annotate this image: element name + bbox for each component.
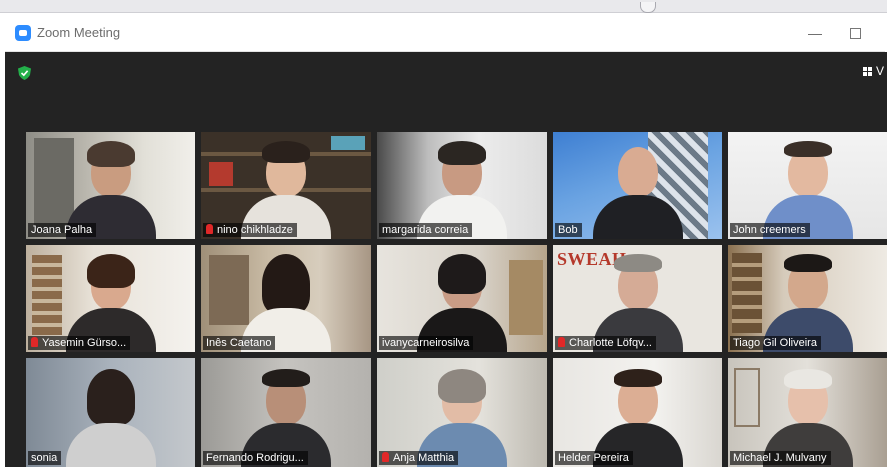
muted-mic-icon: [382, 452, 389, 462]
participant-name: Michael J. Mulvany: [730, 451, 831, 465]
window-notch: [640, 2, 656, 13]
gallery-grid-icon: [863, 67, 872, 76]
title-bar: Zoom Meeting —: [5, 15, 885, 52]
muted-mic-icon: [31, 337, 38, 347]
participant-name: Fernando Rodrigu...: [203, 451, 308, 465]
participant-video: [65, 367, 156, 467]
top-edge: [0, 0, 887, 13]
video-tile[interactable]: sonia: [26, 358, 195, 467]
meeting-area: V Joana Palha nino chikhladze margarida …: [5, 52, 887, 467]
maximize-icon: [849, 28, 861, 39]
zoom-logo-icon: [15, 25, 31, 41]
minimize-button[interactable]: —: [801, 23, 829, 43]
video-tile-active-speaker[interactable]: Inês Caetano: [201, 245, 371, 352]
video-tile[interactable]: SWEAH Charlotte Löfqv...: [553, 245, 722, 352]
view-button[interactable]: V: [863, 64, 884, 78]
participant-name: nino chikhladze: [203, 223, 297, 237]
muted-mic-icon: [558, 337, 565, 347]
video-tile[interactable]: Anja Matthia: [377, 358, 547, 467]
video-tile[interactable]: nino chikhladze: [201, 132, 371, 239]
video-tile[interactable]: Tiago Gil Oliveira: [728, 245, 887, 352]
video-tile[interactable]: ivanycarneirosilva: [377, 245, 547, 352]
video-tile[interactable]: John creemers: [728, 132, 887, 239]
participant-name: Charlotte Löfqv...: [555, 336, 656, 350]
shield-icon[interactable]: [18, 66, 31, 80]
participant-name: Joana Palha: [28, 223, 97, 237]
participant-name: margarida correia: [379, 223, 473, 237]
participant-name: Tiago Gil Oliveira: [730, 336, 821, 350]
window-title: Zoom Meeting: [37, 25, 121, 40]
muted-mic-icon: [206, 224, 213, 234]
video-tile[interactable]: Michael J. Mulvany: [728, 358, 887, 467]
video-tile[interactable]: Joana Palha: [26, 132, 195, 239]
participant-name: Anja Matthia: [379, 451, 459, 465]
video-tile[interactable]: Fernando Rodrigu...: [201, 358, 371, 467]
participant-name: John creemers: [730, 223, 810, 237]
participant-name: sonia: [28, 451, 62, 465]
video-tile[interactable]: Yasemin Gürso...: [26, 245, 195, 352]
video-tile[interactable]: Bob: [553, 132, 722, 239]
view-label: V: [876, 64, 885, 78]
maximize-button[interactable]: [841, 23, 869, 43]
participant-name: Yasemin Gürso...: [28, 336, 131, 350]
video-tile[interactable]: Helder Pereira: [553, 358, 722, 467]
participant-name: ivanycarneirosilva: [379, 336, 474, 350]
participant-name: Helder Pereira: [555, 451, 633, 465]
participant-name: Inês Caetano: [203, 336, 276, 350]
participant-name: Bob: [555, 223, 582, 237]
video-tile[interactable]: margarida correia: [377, 132, 547, 239]
participant-video: [592, 139, 683, 239]
